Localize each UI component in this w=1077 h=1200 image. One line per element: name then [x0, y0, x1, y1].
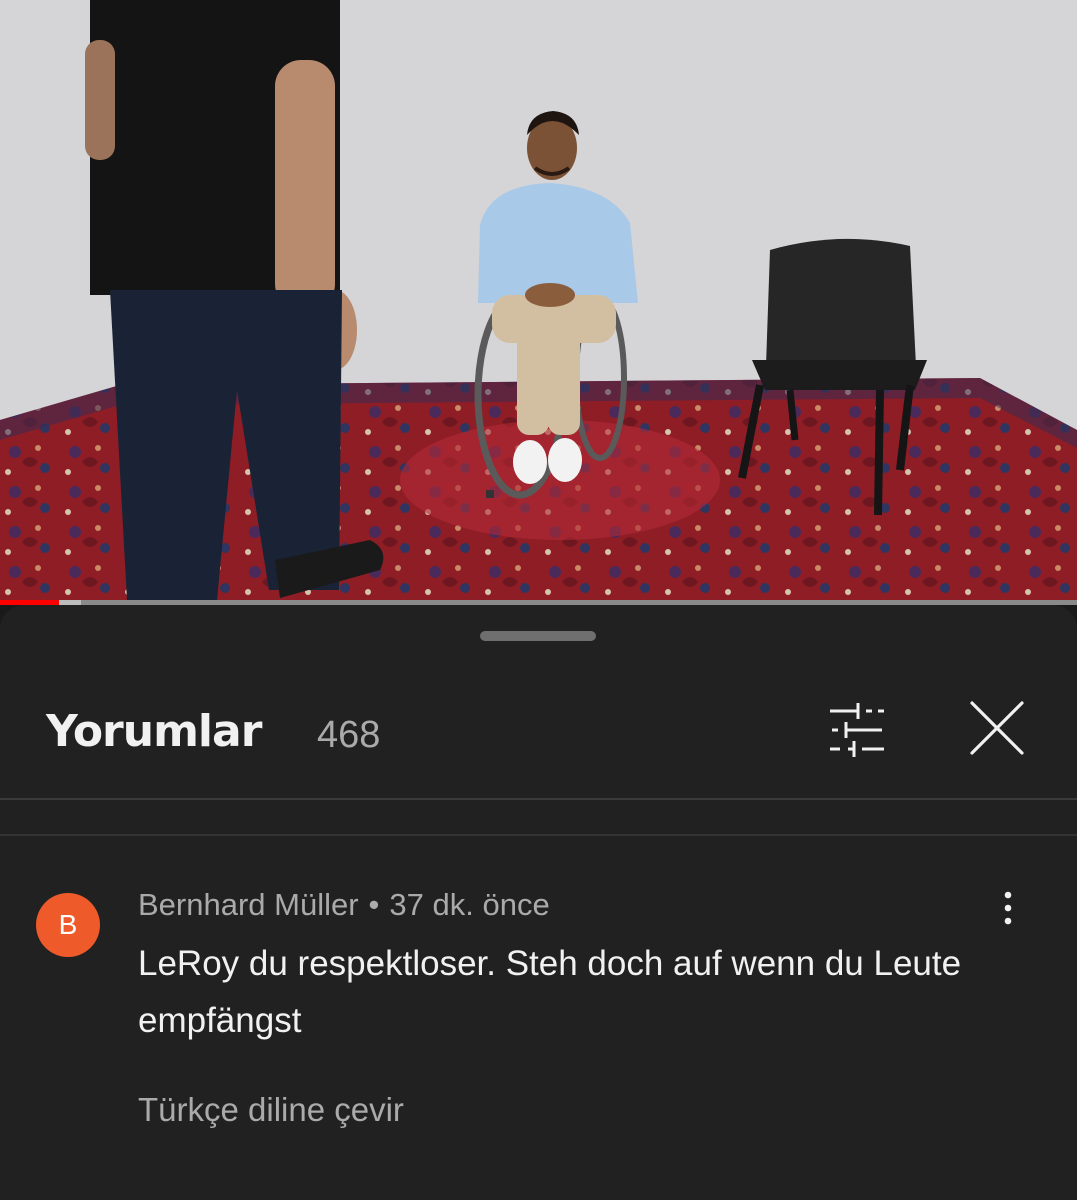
- comments-sheet: Yorumlar 468 B Bernhard Müller • 37 dk. ön…: [0, 605, 1077, 1200]
- comments-title: Yorumlar: [46, 706, 262, 757]
- sheet-drag-handle[interactable]: [480, 631, 596, 641]
- comment-menu-button[interactable]: [990, 887, 1026, 931]
- translate-link[interactable]: Türkçe diline çevir: [138, 1089, 404, 1131]
- header-divider: [0, 798, 1077, 800]
- comment-meta: Bernhard Müller • 37 dk. önce: [138, 885, 550, 925]
- comment-text: LeRoy du respektloser. Steh doch auf wen…: [138, 944, 962, 1040]
- sliders-icon: [830, 703, 884, 757]
- more-vertical-icon: [1004, 891, 1012, 925]
- comments-count: 468: [317, 714, 381, 756]
- meta-separator: •: [368, 887, 380, 922]
- avatar[interactable]: B: [36, 893, 100, 957]
- comment-time: 37 dk. önce: [389, 887, 550, 922]
- close-comments-button[interactable]: [960, 697, 1034, 763]
- video-player[interactable]: [0, 0, 1077, 605]
- close-icon: [970, 701, 1024, 755]
- comment-author[interactable]: Bernhard Müller: [138, 887, 359, 922]
- sort-filter-button[interactable]: [820, 697, 894, 763]
- video-frame-image: [0, 0, 1077, 605]
- section-divider: [0, 834, 1077, 836]
